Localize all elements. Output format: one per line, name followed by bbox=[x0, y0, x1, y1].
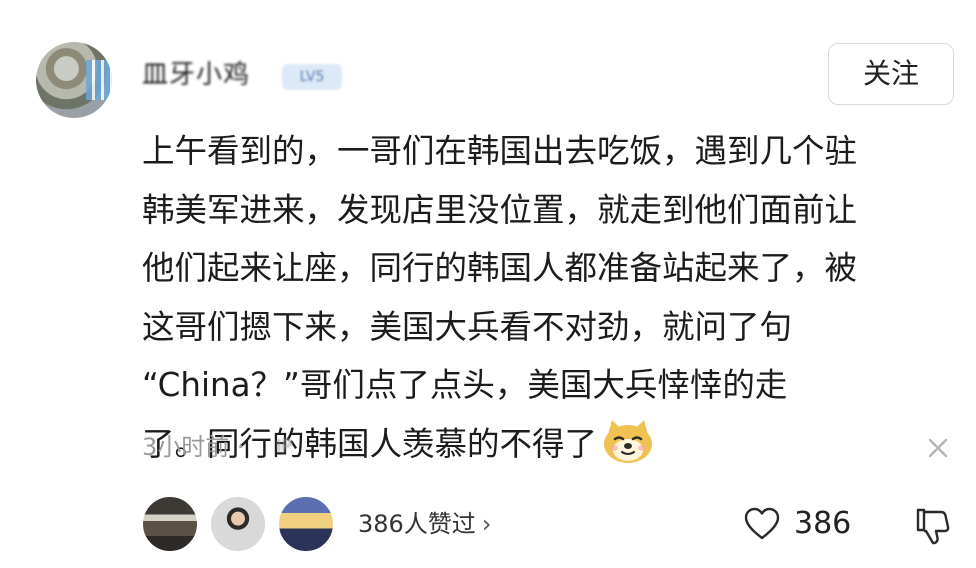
post-text-line-last: 了。同行的韩国人羡慕的不得了 bbox=[142, 415, 964, 474]
close-icon[interactable] bbox=[922, 432, 954, 464]
heart-icon bbox=[744, 507, 780, 540]
likes-summary-text: 386人赞过 bbox=[358, 510, 476, 538]
liker-avatar[interactable] bbox=[140, 494, 200, 554]
likes-summary-link[interactable]: 386人赞过 › bbox=[358, 504, 491, 544]
author-avatar[interactable] bbox=[36, 42, 112, 118]
thumbs-down-icon[interactable] bbox=[914, 506, 950, 546]
doge-emoji bbox=[604, 419, 653, 463]
liker-avatar[interactable] bbox=[208, 494, 268, 554]
post-content: 上午看到的，一哥们在韩国出去吃饭，遇到几个驻 韩美军进来，发现店里没位置，就走到… bbox=[142, 122, 964, 473]
post-text-line: 这哥们摁下来，美国大兵看不对劲，就问了句 bbox=[142, 307, 793, 346]
user-level-badge: LV5 bbox=[282, 64, 342, 90]
follow-button[interactable]: 关注 bbox=[828, 43, 954, 105]
liker-avatar[interactable] bbox=[276, 494, 336, 554]
post-text-line: 韩美军进来，发现店里没位置，就走到他们面前让 bbox=[142, 190, 858, 229]
ip-location: IP bbox=[276, 436, 293, 457]
post-text-line: “China？”哥们点了点头，美国大兵悻悻的走 bbox=[142, 366, 788, 404]
post-text-line: 他们起来让座，同行的韩国人都准备站起来了，被 bbox=[142, 249, 858, 287]
like-count: 386 bbox=[794, 506, 852, 541]
post-text-line: 上午看到的，一哥们在韩国出去吃饭，遇到几个驻 bbox=[142, 132, 858, 170]
like-button[interactable]: 386 bbox=[744, 504, 851, 544]
chevron-right-icon: › bbox=[481, 510, 492, 538]
author-name[interactable]: 皿牙小鸡 bbox=[142, 58, 250, 92]
post-timestamp: 3小时前 · bbox=[142, 433, 245, 461]
